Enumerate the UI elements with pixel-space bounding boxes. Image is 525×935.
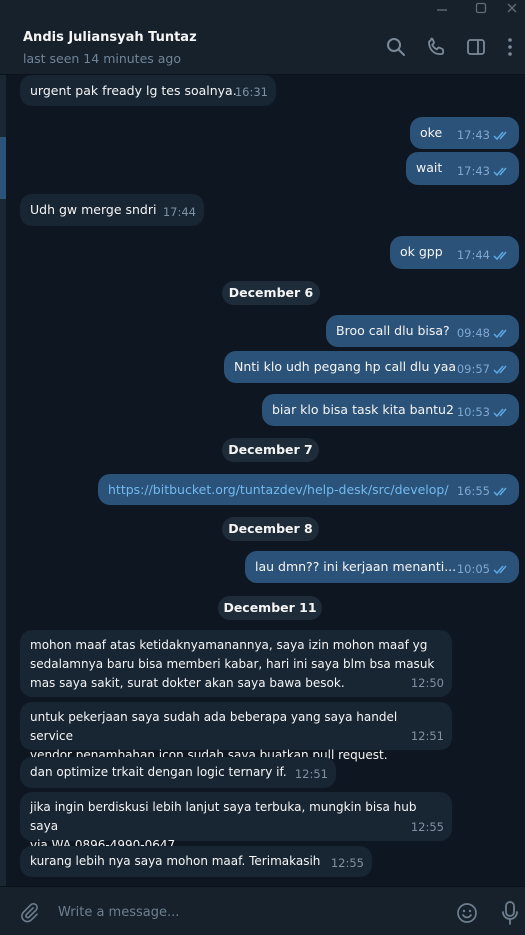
read-check-icon (493, 329, 511, 339)
message-link[interactable]: https://bitbucket.org/tuntazdev/help-des… (108, 480, 509, 499)
phone-icon[interactable] (425, 35, 449, 59)
message-text: dan optimize trkait dengan logic ternary… (30, 765, 287, 779)
message-time: 12:51 (410, 729, 444, 743)
date-separator: December 6 (222, 281, 320, 305)
read-check-icon (493, 167, 511, 177)
read-check-icon (493, 131, 511, 141)
message-time: 09:48 (456, 326, 490, 340)
message-bubble[interactable]: kurang lebih nya saya mohon maaf. Terima… (20, 846, 372, 877)
message-bubble[interactable]: ok gpp 17:44 (390, 236, 519, 269)
message-bubble[interactable]: mohon maaf atas ketidaknyamanannya, saya… (20, 630, 452, 697)
message-time: 16:31 (234, 85, 268, 99)
sidebar-toggle-icon[interactable] (464, 35, 488, 59)
message-bubble[interactable]: untuk pekerjaan saya sudah ada beberapa … (20, 702, 452, 762)
message-bubble[interactable]: Nnti klo udh pegang hp call dlu yaa 09:5… (224, 351, 519, 383)
message-time: 10:05 (456, 562, 490, 576)
message-bubble[interactable]: https://bitbucket.org/tuntazdev/help-des… (98, 474, 519, 505)
message-composer (0, 886, 525, 935)
minimize-icon[interactable] (427, 1, 457, 19)
read-check-icon (493, 487, 511, 497)
read-check-icon (493, 251, 511, 261)
read-check-icon (493, 365, 511, 375)
microphone-icon[interactable] (498, 900, 522, 926)
window-titlebar (0, 0, 525, 20)
message-time: 17:43 (456, 128, 490, 142)
emoji-icon[interactable] (455, 901, 479, 925)
message-text: mohon maaf atas ketidaknyamanannya, saya… (30, 638, 435, 690)
active-chat-indicator (0, 137, 6, 199)
message-bubble[interactable]: urgent pak fready lg tes soalnya. 16:31 (20, 75, 276, 106)
message-bubble[interactable]: biar klo bisa task kita bantu2 10:53 (262, 394, 519, 426)
message-list[interactable]: urgent pak fready lg tes soalnya. 16:31 … (0, 75, 525, 886)
message-time: 17:44 (162, 205, 196, 219)
message-time: 16:55 (456, 484, 490, 498)
attach-icon[interactable] (18, 901, 40, 923)
message-time: 17:43 (456, 164, 490, 178)
message-bubble[interactable]: dan optimize trkait dengan logic ternary… (20, 757, 336, 788)
message-time: 17:44 (456, 248, 490, 262)
message-bubble[interactable]: Udh gw merge sndri 17:44 (20, 194, 204, 226)
read-check-icon (493, 408, 511, 418)
message-bubble[interactable]: oke 17:43 (410, 117, 519, 149)
message-bubble[interactable]: wait 17:43 (406, 152, 519, 185)
date-separator: December 11 (218, 596, 322, 620)
message-time: 12:55 (410, 820, 444, 834)
message-text: kurang lebih nya saya mohon maaf. Terima… (30, 854, 321, 868)
message-time: 12:51 (294, 767, 328, 781)
search-icon[interactable] (384, 35, 408, 59)
more-icon[interactable] (498, 35, 522, 59)
date-separator: December 7 (222, 438, 319, 462)
last-seen-status: last seen 14 minutes ago (23, 51, 182, 66)
message-bubble[interactable]: jika ingin berdiskusi lebih lanjut saya … (20, 792, 452, 852)
message-time: 09:57 (456, 362, 490, 376)
message-text: urgent pak fready lg tes soalnya. (30, 83, 237, 98)
maximize-icon[interactable] (466, 1, 496, 19)
message-time: 10:53 (456, 405, 490, 419)
close-icon[interactable] (497, 1, 525, 19)
message-time: 12:50 (410, 676, 444, 690)
read-check-icon (493, 565, 511, 575)
message-input[interactable] (58, 901, 438, 923)
message-time: 12:55 (330, 856, 364, 870)
contact-name[interactable]: Andis Juliansyah Tuntaz (23, 30, 197, 45)
message-bubble[interactable]: lau dmn?? ini kerjaan menanti... 10:05 (245, 551, 519, 583)
message-bubble[interactable]: Broo call dlu bisa? 09:48 (326, 315, 519, 347)
date-separator: December 8 (222, 517, 319, 541)
chat-header: Andis Juliansyah Tuntaz last seen 14 min… (0, 20, 525, 75)
